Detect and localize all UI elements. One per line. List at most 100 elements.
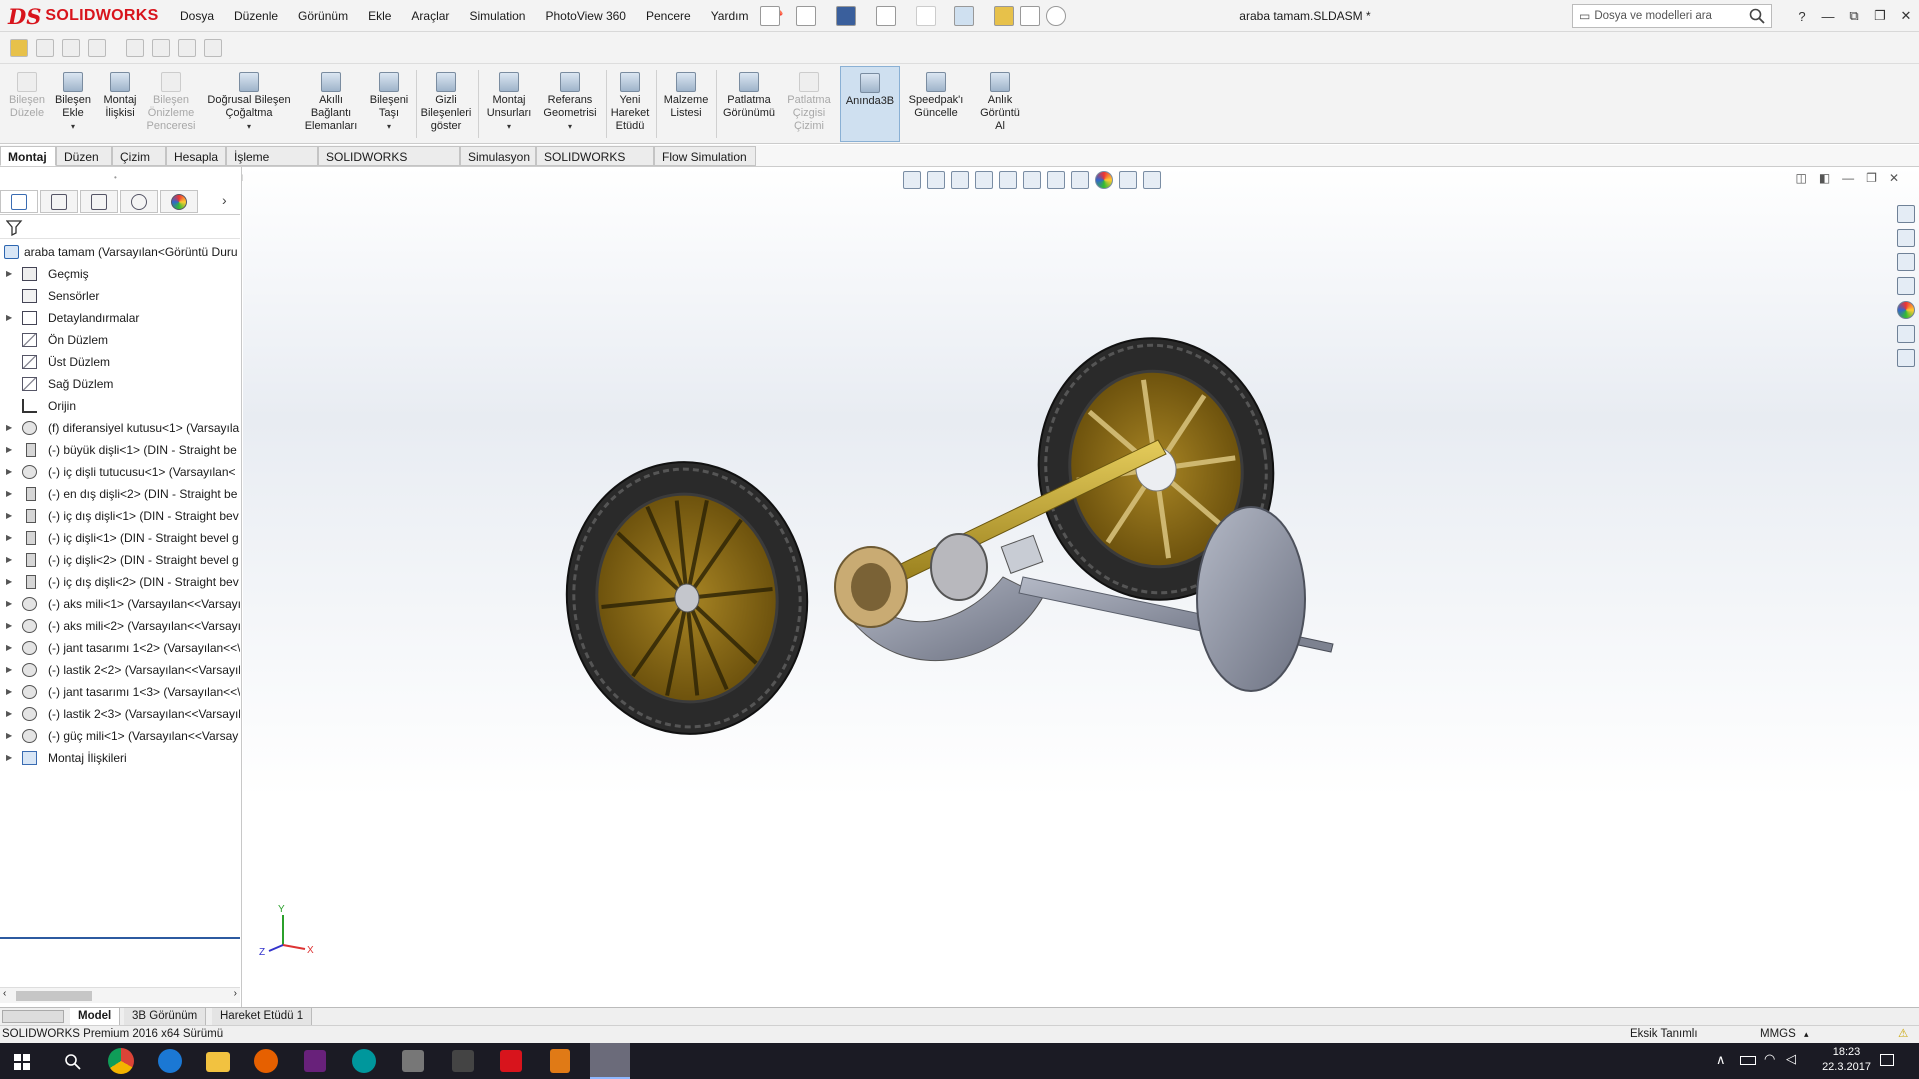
solidworks-taskbar-icon[interactable] <box>590 1043 630 1079</box>
tab-flow-simulation[interactable]: Flow Simulation <box>654 146 756 166</box>
tab-configurationmanager[interactable] <box>80 190 118 213</box>
tab-cizim[interactable]: Çizim <box>112 146 166 166</box>
tab-hesapla[interactable]: Hesapla <box>166 146 226 166</box>
tree-item[interactable]: Orijin <box>0 395 240 417</box>
expand-arrow-icon[interactable]: ▶ <box>6 549 12 571</box>
expand-arrow-icon[interactable]: ▶ <box>6 681 12 703</box>
system-clock[interactable]: 18:23 22.3.2017 <box>1822 1045 1871 1075</box>
save-icon[interactable] <box>836 6 856 26</box>
expand-arrow-icon[interactable]: ▶ <box>6 637 12 659</box>
tree-item[interactable]: ▶ (-) aks mili<2> (Varsayılan<<Varsayı <box>0 615 240 637</box>
scroll-right-icon[interactable]: › <box>234 988 237 999</box>
tab-montaj[interactable]: Montaj <box>0 146 56 166</box>
menu-gorunum[interactable]: Görünüm <box>288 9 358 23</box>
expand-arrow-icon[interactable]: ▶ <box>6 571 12 593</box>
restore-button[interactable]: ⧉ <box>1841 8 1867 24</box>
tree-item[interactable]: ▶ (-) iç dış dişli<1> (DIN - Straight bev <box>0 505 240 527</box>
tab-display-manager[interactable] <box>160 190 198 213</box>
select-arrow-icon[interactable] <box>954 6 974 26</box>
edge-icon[interactable] <box>158 1049 182 1073</box>
dropdown-arrow-icon[interactable]: ▾ <box>364 120 414 133</box>
tree-rollback-bar[interactable] <box>0 937 240 939</box>
tree-item[interactable]: ▶ Geçmiş <box>0 263 240 285</box>
new-motion-study-button[interactable]: Yeni Hareket Etüdü <box>608 66 652 142</box>
search-box[interactable]: ▭ Dosya ve modelleri ara <box>1572 4 1772 28</box>
expand-arrow-icon[interactable]: ▶ <box>6 593 12 615</box>
table-icon[interactable] <box>204 39 222 57</box>
show-hidden-button[interactable]: Gizli Bileşenleri göster <box>418 66 474 142</box>
menu-dosya[interactable]: Dosya <box>170 9 224 23</box>
tab-featuremanager[interactable] <box>0 190 38 213</box>
tab-3d-view[interactable]: 3B Görünüm <box>124 1008 207 1025</box>
explode-line-sketch-button[interactable]: Patlatma Çizgisi Çizimi <box>782 66 836 142</box>
windows-start-icon[interactable] <box>14 1054 30 1070</box>
list-icon[interactable] <box>36 39 54 57</box>
undo-icon[interactable] <box>916 6 936 26</box>
tree-item[interactable]: ▶ (-) jant tasarımı 1<2> (Varsayılan<<\ <box>0 637 240 659</box>
tree-item[interactable]: ▶ (-) iç dişli<1> (DIN - Straight bevel g <box>0 527 240 549</box>
component-alt-icon[interactable] <box>88 39 106 57</box>
tree-item[interactable]: ▶ (-) büyük dişli<1> (DIN - Straight be <box>0 439 240 461</box>
search-icon[interactable] <box>1749 8 1765 24</box>
arduino-icon[interactable] <box>352 1049 376 1073</box>
tree-item[interactable]: ▶ (f) diferansiyel kutusu<1> (Varsayılan <box>0 417 240 439</box>
sketch-icon[interactable] <box>126 39 144 57</box>
update-speedpak-button[interactable]: Speedpak'ı Güncelle <box>904 66 968 142</box>
open-folder-icon[interactable] <box>796 6 816 26</box>
scroll-thumb[interactable] <box>16 991 92 1001</box>
exploded-view-button[interactable]: Patlatma Görünümü <box>718 66 780 142</box>
battery-icon[interactable] <box>1740 1056 1756 1065</box>
visual-studio-icon[interactable] <box>304 1050 326 1072</box>
brake-disk[interactable] <box>1196 506 1306 692</box>
wifi-icon[interactable]: ◠ <box>1764 1051 1775 1067</box>
network-app-icon[interactable] <box>452 1050 474 1072</box>
assembly-features-button[interactable]: Montaj Unsurları ▾ <box>482 66 536 142</box>
front-wheel[interactable] <box>553 450 820 746</box>
menu-ekle[interactable]: Ekle <box>358 9 401 23</box>
expand-arrow-icon[interactable]: ▶ <box>6 483 12 505</box>
search-input[interactable]: Dosya ve modelleri ara <box>1594 10 1712 22</box>
tree-item[interactable]: ▶ Detaylandırmalar <box>0 307 240 329</box>
expand-arrow-icon[interactable]: ▶ <box>6 417 12 439</box>
insert-component-button[interactable]: Bileşen Ekle ▾ <box>50 66 96 142</box>
volume-icon[interactable]: ◁ <box>1786 1051 1796 1067</box>
new-document-icon[interactable] <box>760 6 780 26</box>
differential-housing[interactable] <box>834 533 1044 661</box>
move-component-button[interactable]: Bileşeni Taşı ▾ <box>364 66 414 142</box>
expand-arrow-icon[interactable]: ▶ <box>6 703 12 725</box>
pane-resize-handle[interactable]: • <box>114 173 122 182</box>
menu-duzenle[interactable]: Düzenle <box>224 9 288 23</box>
tray-chevron-icon[interactable]: ∧ <box>1716 1052 1726 1068</box>
component-icon[interactable] <box>62 39 80 57</box>
assembly-model[interactable]: Y X Z <box>243 167 1919 1007</box>
expand-arrow-icon[interactable]: ▶ <box>6 307 12 329</box>
expand-arrow-icon[interactable]: ▶ <box>6 527 12 549</box>
tree-item[interactable]: Sağ Düzlem <box>0 373 240 395</box>
edit-component-button[interactable]: Bileşen Düzele <box>4 66 50 142</box>
dropdown-arrow-icon[interactable]: ▾ <box>482 120 536 133</box>
search-taskbar-icon[interactable] <box>64 1053 82 1071</box>
tree-item[interactable]: ▶ Montaj İlişkileri <box>0 747 240 769</box>
tab-isleme-araclari[interactable]: İşleme Araçları <box>226 146 318 184</box>
tab-solidworks-eklentileri[interactable]: SOLIDWORKS Eklentileri <box>318 146 460 184</box>
help-button[interactable]: ? <box>1789 9 1815 24</box>
smart-fasteners-button[interactable]: Akıllı Bağlantı Elemanları <box>298 66 364 142</box>
close-button[interactable]: ✕ <box>1893 8 1919 24</box>
expand-arrow-icon[interactable]: ▶ <box>6 725 12 747</box>
tab-dimxpert[interactable] <box>120 190 158 213</box>
dropdown-arrow-icon[interactable]: ▾ <box>50 120 96 133</box>
dropdown-arrow-icon[interactable]: ▾ <box>200 120 298 133</box>
chrome-icon[interactable] <box>108 1048 134 1074</box>
smart-select-icon[interactable] <box>10 39 28 57</box>
tab-nav-arrows[interactable] <box>2 1010 64 1023</box>
menu-pencere[interactable]: Pencere <box>636 9 701 23</box>
tree-root[interactable]: araba tamam (Varsayılan<Görüntü Duru <box>0 241 240 263</box>
tab-propertymanager[interactable] <box>40 190 78 213</box>
menu-photoview[interactable]: PhotoView 360 <box>535 9 636 23</box>
units-selector[interactable]: MMGS <box>1760 1026 1796 1043</box>
tree-item[interactable]: ▶ (-) iç dış dişli<2> (DIN - Straight bev <box>0 571 240 593</box>
options-gear-icon[interactable] <box>1046 6 1066 26</box>
component-preview-button[interactable]: Bileşen Önizleme Penceresi <box>144 66 198 142</box>
tab-duzen[interactable]: Düzen <box>56 146 112 166</box>
graphics-area[interactable]: ◫ ◧ — ❐ ✕ Y X Z <box>243 167 1919 1007</box>
